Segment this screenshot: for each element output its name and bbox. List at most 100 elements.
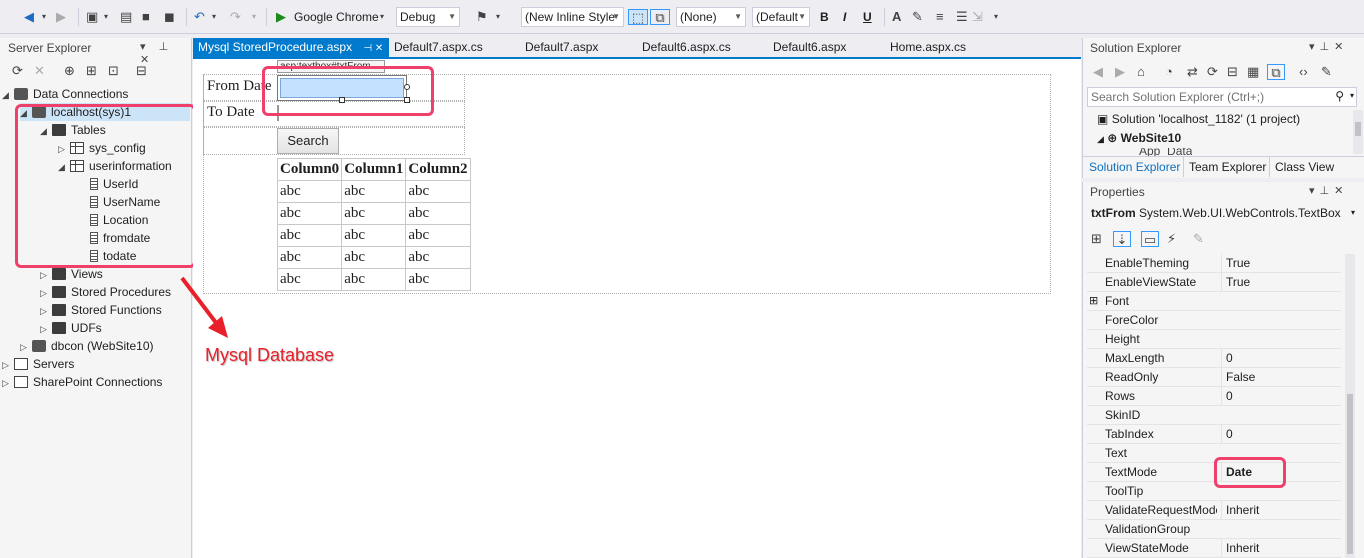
underline-button[interactable]: U xyxy=(863,9,872,25)
tab-class-view[interactable]: Class View xyxy=(1275,160,1334,174)
new-project-icon[interactable]: ▣ xyxy=(86,9,98,25)
forward-icon[interactable]: ▶ xyxy=(56,9,66,25)
collapsed-arrow-icon[interactable]: ▷ xyxy=(2,374,14,392)
back-icon[interactable]: ◀ xyxy=(1093,64,1103,80)
expanded-arrow-icon[interactable]: ◢ xyxy=(2,86,14,104)
collapsed-arrow-icon[interactable]: ▷ xyxy=(20,338,32,356)
collapsed-arrow-icon[interactable]: ▷ xyxy=(40,320,52,338)
results-gridview[interactable]: Column0 Column1 Column2 abc abc abc abc abc abc… xyxy=(276,158,471,291)
project-node[interactable]: ◢ ⊕ WebSite10 xyxy=(1097,131,1181,145)
collapsed-arrow-icon[interactable]: ▷ xyxy=(40,266,52,284)
tree-node[interactable]: ◢ Data Connections xyxy=(2,85,128,103)
tree-node[interactable]: ▷ dbcon (WebSite10) xyxy=(20,337,154,355)
properties-icon[interactable]: ⊟ xyxy=(136,63,147,79)
solution-search-box[interactable]: Search Solution Explorer (Ctrl+;) ⚲ ▾ xyxy=(1087,87,1357,107)
tab-mysql-storedprocedure[interactable]: Mysql StoredProcedure.aspx ⊣ ✕ xyxy=(193,38,389,58)
italic-button[interactable]: I xyxy=(843,9,846,25)
tree-node[interactable]: ▷ SharePoint Connections xyxy=(2,373,162,391)
property-row[interactable]: ForeColor xyxy=(1087,311,1341,330)
forward-icon[interactable]: ▶ xyxy=(1115,64,1125,80)
solution-scrollbar[interactable] xyxy=(1353,110,1363,154)
properties-view-icon[interactable]: ▭ xyxy=(1141,231,1159,247)
tree-node[interactable]: ▷ Stored Procedures xyxy=(40,283,171,301)
connect-database-icon[interactable]: ⊕ xyxy=(64,63,75,79)
property-row[interactable]: ReadOnly False xyxy=(1087,368,1341,387)
attach-dropdown-icon[interactable]: ▾ xyxy=(496,9,500,25)
show-all-files-icon[interactable]: ▦ xyxy=(1247,64,1259,80)
view-code-icon[interactable]: ‹› xyxy=(1299,64,1308,80)
property-row[interactable]: ValidationGroup xyxy=(1087,520,1341,539)
tree-node[interactable]: ▷ Stored Functions xyxy=(40,301,162,319)
categorized-icon[interactable]: ⊞ xyxy=(1091,231,1102,247)
solution-node[interactable]: ▣ Solution 'localhost_1182' (1 project) xyxy=(1097,112,1300,126)
scrollbar-thumb[interactable] xyxy=(1347,394,1353,554)
property-value[interactable]: Inherit xyxy=(1221,539,1341,558)
browser-dropdown-icon[interactable]: ▾ xyxy=(380,9,384,25)
collapsed-arrow-icon[interactable]: ▷ xyxy=(40,284,52,302)
style-combo[interactable]: (New Inline Style ▼ xyxy=(521,7,624,27)
tab-default7-cs[interactable]: Default7.aspx.cs xyxy=(394,38,483,58)
property-value[interactable]: 0 xyxy=(1221,349,1341,368)
refresh-icon[interactable]: ⟳ xyxy=(1207,64,1218,80)
format-icon[interactable]: ⇲ xyxy=(972,9,983,25)
undo-dropdown-icon[interactable]: ▾ xyxy=(212,9,216,25)
property-value[interactable]: 0 xyxy=(1221,387,1341,406)
list-icon[interactable]: ☰ xyxy=(956,9,968,25)
app-data-node-partial[interactable]: App_Data xyxy=(1123,148,1192,156)
property-row[interactable]: ViewStateMode Inherit xyxy=(1087,539,1341,558)
config-combo[interactable]: Debug ▼ xyxy=(396,7,460,27)
collapse-all-icon[interactable]: ⊟ xyxy=(1227,64,1238,80)
save-all-icon[interactable]: ◼ xyxy=(164,9,175,25)
scrollbar-thumb[interactable] xyxy=(1355,122,1361,136)
property-row[interactable]: TabIndex 0 xyxy=(1087,425,1341,444)
property-row[interactable]: EnableTheming True xyxy=(1087,254,1341,273)
back-dropdown-icon[interactable]: ▾ xyxy=(42,9,46,25)
property-row[interactable]: ValidateRequestMode Inherit xyxy=(1087,501,1341,520)
solution-window-buttons[interactable]: ▾⊥✕ xyxy=(1309,40,1348,53)
undo-icon[interactable]: ↶ xyxy=(194,9,205,25)
solution-search-input[interactable]: Search Solution Explorer (Ctrl+;) xyxy=(1091,90,1264,104)
home-icon[interactable]: ⌂ xyxy=(1137,64,1145,80)
property-value[interactable]: True xyxy=(1221,254,1341,273)
search-button[interactable]: Search xyxy=(277,128,339,154)
property-row[interactable]: Height xyxy=(1087,330,1341,349)
pending-changes-icon[interactable]: ◔ xyxy=(1165,64,1173,80)
refresh-icon[interactable]: ⟳ xyxy=(12,63,23,79)
property-value[interactable]: False xyxy=(1221,368,1341,387)
object-selector[interactable]: txtFrom System.Web.UI.WebControls.TextBo… xyxy=(1091,206,1361,220)
property-value[interactable]: 0 xyxy=(1221,425,1341,444)
font-color-icon[interactable]: A xyxy=(892,9,901,25)
property-row[interactable]: SkinID xyxy=(1087,406,1341,425)
align-icon[interactable]: ≡ xyxy=(936,9,944,25)
property-pages-icon[interactable]: ✎ xyxy=(1193,231,1204,247)
tab-solution-explorer[interactable]: Solution Explorer xyxy=(1089,160,1180,174)
font-combo[interactable]: (Default ▼ xyxy=(752,7,810,27)
property-row[interactable]: Rows 0 xyxy=(1087,387,1341,406)
preview-icon[interactable]: ⧉ xyxy=(1267,64,1285,80)
search-options-icon[interactable]: ▾ xyxy=(1350,91,1354,100)
attach-icon[interactable]: ⚑ xyxy=(476,9,488,25)
redo-icon[interactable]: ↷ xyxy=(230,9,241,25)
property-row[interactable]: MaxLength 0 xyxy=(1087,349,1341,368)
tab-default6-cs[interactable]: Default6.aspx.cs xyxy=(642,38,731,58)
property-value[interactable]: Inherit xyxy=(1221,501,1341,520)
toolbar-overflow-icon[interactable]: ▾ xyxy=(994,9,998,25)
property-value[interactable]: True xyxy=(1221,273,1341,292)
tree-node[interactable]: ▷ Servers xyxy=(2,355,74,373)
tab-default7-aspx[interactable]: Default7.aspx xyxy=(525,38,598,58)
highlight-icon[interactable]: ✎ xyxy=(912,9,923,25)
redo-dropdown-icon[interactable]: ▾ xyxy=(252,9,256,25)
open-file-icon[interactable]: ▤ xyxy=(120,9,132,25)
bold-button[interactable]: B xyxy=(820,9,829,25)
connect-server-icon[interactable]: ⊞ xyxy=(86,63,97,79)
target-combo[interactable]: (None) ▼ xyxy=(676,7,746,27)
property-row[interactable]: ⊞ Font xyxy=(1087,292,1341,311)
sharepoint-connect-icon[interactable]: ⊡ xyxy=(108,63,119,79)
save-icon[interactable]: ■ xyxy=(142,9,150,25)
tree-node[interactable]: ▷ UDFs xyxy=(40,319,102,337)
run-icon[interactable]: ▶ xyxy=(276,9,286,25)
object-dropdown-icon[interactable]: ▾ xyxy=(1351,208,1355,217)
collapsed-arrow-icon[interactable]: ▷ xyxy=(2,356,14,374)
properties-scrollbar[interactable] xyxy=(1345,254,1355,558)
properties-window-buttons[interactable]: ▾⊥✕ xyxy=(1309,184,1348,197)
